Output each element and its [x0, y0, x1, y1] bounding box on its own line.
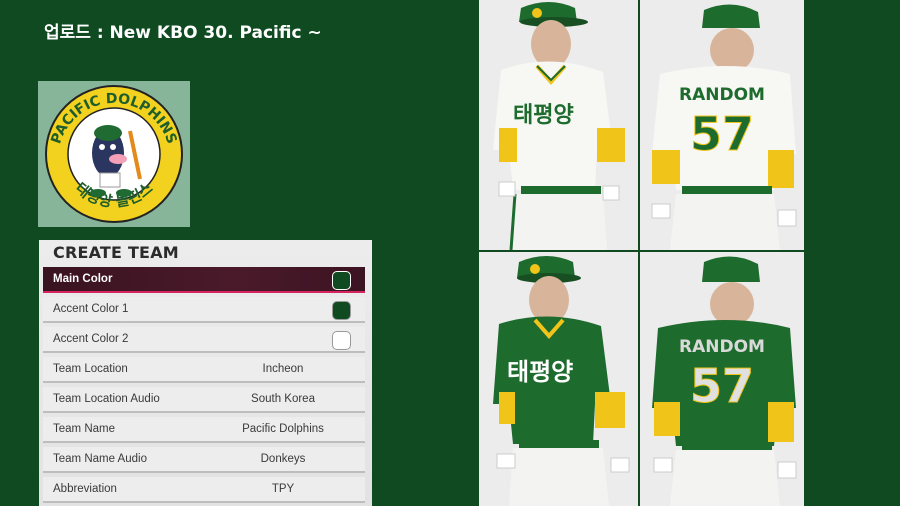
- row-value: TPY: [271, 483, 295, 495]
- main-color-swatch[interactable]: [332, 271, 351, 290]
- home-uniform-back-image: RANDOM 57: [640, 0, 804, 250]
- away-back-number: 57: [690, 359, 754, 413]
- accent-color-2-swatch[interactable]: [332, 331, 351, 350]
- row-label: Accent Color 1: [53, 303, 129, 315]
- row-abbreviation[interactable]: Abbreviation TPY: [43, 477, 365, 503]
- away-uniform-back-image: RANDOM 57: [640, 252, 804, 506]
- row-label: Team Name Audio: [53, 453, 147, 465]
- panel-title: CREATE TEAM: [53, 243, 179, 262]
- row-accent-color-2[interactable]: Accent Color 2: [43, 327, 365, 353]
- row-main-color[interactable]: Main Color: [43, 267, 365, 293]
- settings-list: Main Color Accent Color 1 Accent Color 2…: [43, 267, 365, 506]
- away-uniform-front-image: 태평양: [479, 252, 638, 506]
- row-team-name-audio[interactable]: Team Name Audio Donkeys: [43, 447, 365, 473]
- dolphin-mascot-logo-icon: PACIFIC DOLPHINS 태평양 돌핀스: [45, 85, 183, 223]
- home-uniform-front-image: 태평양: [479, 0, 638, 250]
- row-value: Pacific Dolphins: [242, 423, 324, 435]
- row-label: Main Color: [53, 273, 113, 285]
- row-accent-color-1[interactable]: Accent Color 1: [43, 297, 365, 323]
- team-logo: PACIFIC DOLPHINS 태평양 돌핀스: [38, 81, 190, 227]
- row-value: Donkeys: [260, 453, 306, 465]
- row-team-location[interactable]: Team Location Incheon: [43, 357, 365, 383]
- home-back-name: RANDOM: [679, 85, 765, 105]
- row-label: Team Location Audio: [53, 393, 160, 405]
- row-team-name[interactable]: Team Name Pacific Dolphins: [43, 417, 365, 443]
- row-label: Accent Color 2: [53, 333, 129, 345]
- row-label: Team Location: [53, 363, 128, 375]
- away-front-script: 태평양: [507, 358, 573, 386]
- home-front-script: 태평양: [513, 103, 574, 128]
- post-title: 업로드 : New KBO 30. Pacific ~: [44, 23, 322, 43]
- row-team-location-audio[interactable]: Team Location Audio South Korea: [43, 387, 365, 413]
- accent-color-1-swatch[interactable]: [332, 301, 351, 320]
- row-label: Team Name: [53, 423, 115, 435]
- away-back-name: RANDOM: [679, 337, 765, 357]
- row-value: Incheon: [262, 363, 304, 375]
- create-team-panel: CREATE TEAM Main Color Accent Color 1 Ac…: [39, 240, 372, 506]
- row-value: South Korea: [251, 393, 315, 405]
- row-label: Abbreviation: [53, 483, 117, 495]
- home-back-number: 57: [690, 107, 754, 161]
